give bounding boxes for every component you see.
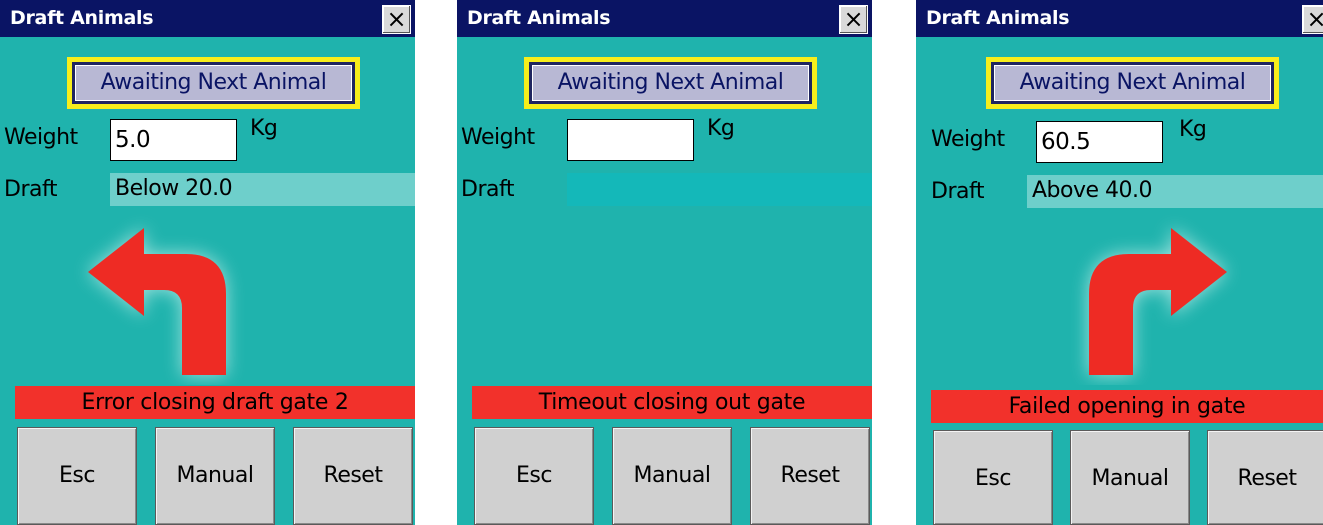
- title-bar: Draft Animals ×: [457, 0, 872, 37]
- close-icon[interactable]: ×: [1302, 5, 1323, 34]
- draft-animals-window-1: Draft Animals × Awaiting Next Animal Wei…: [0, 0, 415, 525]
- title-bar: Draft Animals ×: [0, 0, 415, 37]
- close-icon[interactable]: ×: [382, 5, 411, 34]
- reset-button[interactable]: Reset: [1207, 430, 1323, 525]
- status-frame: Awaiting Next Animal: [986, 57, 1279, 109]
- draft-label: Draft: [4, 177, 57, 202]
- draft-value: [567, 173, 872, 206]
- unit-label: Kg: [1179, 117, 1207, 142]
- close-icon[interactable]: ×: [839, 5, 868, 34]
- left-turn-arrow-icon: [88, 228, 226, 375]
- draft-value: Above 40.0: [1027, 175, 1323, 208]
- status-frame: Awaiting Next Animal: [524, 57, 817, 109]
- unit-label: Kg: [250, 116, 278, 141]
- weight-field[interactable]: [567, 119, 694, 161]
- error-message: Error closing draft gate 2: [15, 386, 415, 419]
- manual-button[interactable]: Manual: [155, 427, 275, 525]
- error-message: Failed opening in gate: [931, 390, 1323, 423]
- weight-label: Weight: [4, 125, 78, 150]
- esc-button[interactable]: Esc: [474, 427, 594, 525]
- window-title: Draft Animals: [926, 7, 1070, 29]
- esc-button[interactable]: Esc: [17, 427, 137, 525]
- title-bar: Draft Animals ×: [916, 0, 1323, 37]
- window-title: Draft Animals: [467, 7, 611, 29]
- draft-animals-window-2: Draft Animals × Awaiting Next Animal Wei…: [457, 0, 872, 525]
- draft-value: Below 20.0: [110, 173, 415, 206]
- reset-button[interactable]: Reset: [293, 427, 413, 525]
- status-button[interactable]: Awaiting Next Animal: [994, 65, 1271, 101]
- manual-button[interactable]: Manual: [1070, 430, 1190, 525]
- right-turn-arrow-icon: [1089, 228, 1227, 375]
- unit-label: Kg: [707, 116, 735, 141]
- status-button[interactable]: Awaiting Next Animal: [75, 65, 352, 101]
- draft-animals-window-3: Draft Animals × Awaiting Next Animal Wei…: [916, 0, 1323, 525]
- draft-label: Draft: [931, 179, 984, 204]
- draft-label: Draft: [461, 177, 514, 202]
- error-message: Timeout closing out gate: [472, 386, 872, 419]
- window-title: Draft Animals: [10, 7, 154, 29]
- manual-button[interactable]: Manual: [612, 427, 732, 525]
- weight-field[interactable]: 60.5: [1036, 121, 1163, 163]
- esc-button[interactable]: Esc: [933, 430, 1053, 525]
- weight-label: Weight: [931, 127, 1005, 152]
- weight-field[interactable]: 5.0: [110, 119, 237, 161]
- reset-button[interactable]: Reset: [750, 427, 870, 525]
- weight-label: Weight: [461, 125, 535, 150]
- status-button[interactable]: Awaiting Next Animal: [532, 65, 809, 101]
- status-frame: Awaiting Next Animal: [67, 57, 360, 109]
